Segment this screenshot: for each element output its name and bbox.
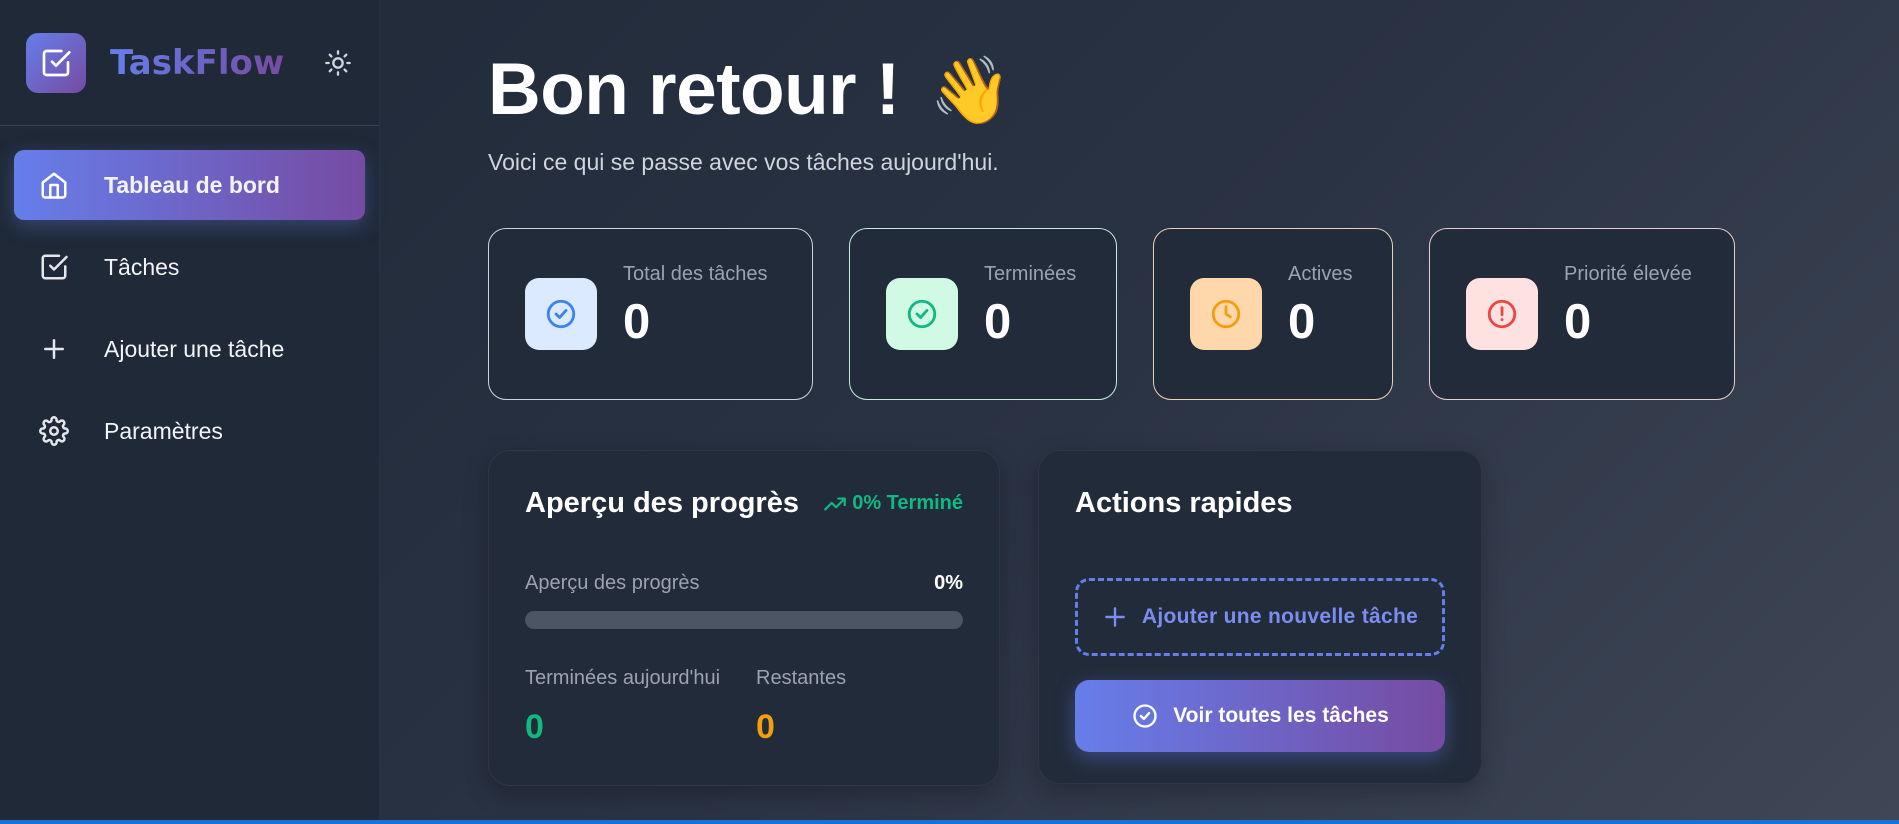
gear-icon	[38, 415, 70, 447]
main-content: Bon retour ! 👋 Voici ce qui se passe ave…	[488, 0, 1899, 786]
greeting: Bon retour ! 👋	[488, 48, 1899, 131]
stat-label: Total des tâches	[623, 262, 768, 285]
app-logo[interactable]	[26, 32, 86, 93]
stat-label: Actives	[1288, 262, 1353, 285]
remaining-label: Restantes	[756, 667, 847, 689]
add-new-task-label: Ajouter une nouvelle tâche	[1141, 605, 1419, 628]
brand-header: TaskFlow	[0, 0, 379, 126]
check-circle-icon	[1133, 704, 1157, 728]
view-all-tasks-button[interactable]: Voir toutes les tâches	[1075, 680, 1445, 752]
sidebar-item-label: Ajouter une tâche	[104, 335, 285, 362]
progress-title: Aperçu des progrès	[525, 487, 799, 519]
quick-actions-title: Actions rapides	[1075, 487, 1293, 519]
checkbox-logo-icon	[42, 49, 71, 76]
theme-toggle-button[interactable]	[322, 47, 354, 79]
progress-panel: Aperçu des progrès 0% Terminé Aperçu des…	[488, 450, 1000, 786]
sidebar-item-tasks[interactable]: Tâches	[14, 232, 365, 302]
stat-card-total[interactable]: Total des tâches 0	[488, 228, 813, 400]
sidebar-item-label: Tableau de bord	[104, 171, 280, 198]
quick-actions-panel: Actions rapides Ajouter une nouvelle tâc…	[1038, 450, 1482, 784]
sidebar-nav: Tableau de bord Tâches Ajouter une tâche	[0, 126, 379, 502]
completed-today-value: 0	[525, 708, 544, 746]
page-subtitle: Voici ce qui se passe avec vos tâches au…	[488, 149, 999, 175]
sidebar: TaskFlow Tableau de bord Tâches Ajouter …	[0, 0, 380, 824]
check-circle-icon	[886, 278, 958, 350]
stat-label: Priorité élevée	[1564, 262, 1692, 285]
stat-label: Terminées	[984, 262, 1077, 285]
check-circle-icon	[525, 278, 597, 350]
stat-card-high-priority[interactable]: Priorité élevée 0	[1429, 228, 1735, 400]
progress-percent: 0%	[934, 572, 963, 594]
stat-card-completed[interactable]: Terminées 0	[849, 228, 1117, 400]
panels-row: Aperçu des progrès 0% Terminé Aperçu des…	[488, 450, 1899, 786]
sidebar-item-add-task[interactable]: Ajouter une tâche	[14, 314, 365, 384]
alert-circle-icon	[1466, 278, 1538, 350]
clock-icon	[1190, 278, 1262, 350]
add-new-task-button[interactable]: Ajouter une nouvelle tâche	[1075, 578, 1445, 656]
view-all-tasks-label: Voir toutes les tâches	[1173, 704, 1389, 727]
page-title: Bon retour !	[488, 49, 900, 130]
home-icon	[38, 169, 70, 201]
progress-bar-label: Aperçu des progrès	[525, 572, 700, 594]
sidebar-item-dashboard[interactable]: Tableau de bord	[14, 150, 365, 220]
stat-value: 0	[623, 294, 651, 349]
progress-bar	[525, 611, 963, 629]
remaining-value: 0	[756, 708, 775, 746]
stat-value: 0	[1564, 294, 1592, 349]
completion-badge: 0% Terminé	[822, 491, 963, 517]
app-name: TaskFlow	[110, 42, 285, 83]
trending-up-icon	[824, 497, 847, 510]
completion-badge-text: 0% Terminé	[852, 492, 963, 514]
stat-value: 0	[984, 294, 1012, 349]
remaining-stat: Restantes 0	[756, 667, 846, 747]
plus-icon	[38, 333, 70, 365]
sidebar-item-label: Paramètres	[104, 417, 223, 444]
sidebar-item-settings[interactable]: Paramètres	[14, 396, 365, 466]
checkbox-icon	[38, 251, 70, 283]
stat-card-active[interactable]: Actives 0	[1153, 228, 1393, 400]
sun-icon	[325, 49, 352, 76]
wave-emoji: 👋	[929, 52, 1012, 127]
stats-row: Total des tâches 0 Terminées 0 Actives 0…	[488, 228, 1899, 400]
completed-today-stat: Terminées aujourd'hui 0	[525, 667, 720, 747]
window-bottom-border	[0, 820, 1899, 824]
completed-today-label: Terminées aujourd'hui	[525, 667, 721, 689]
sidebar-item-label: Tâches	[104, 253, 180, 280]
plus-icon	[1105, 607, 1125, 627]
stat-value: 0	[1288, 294, 1316, 349]
